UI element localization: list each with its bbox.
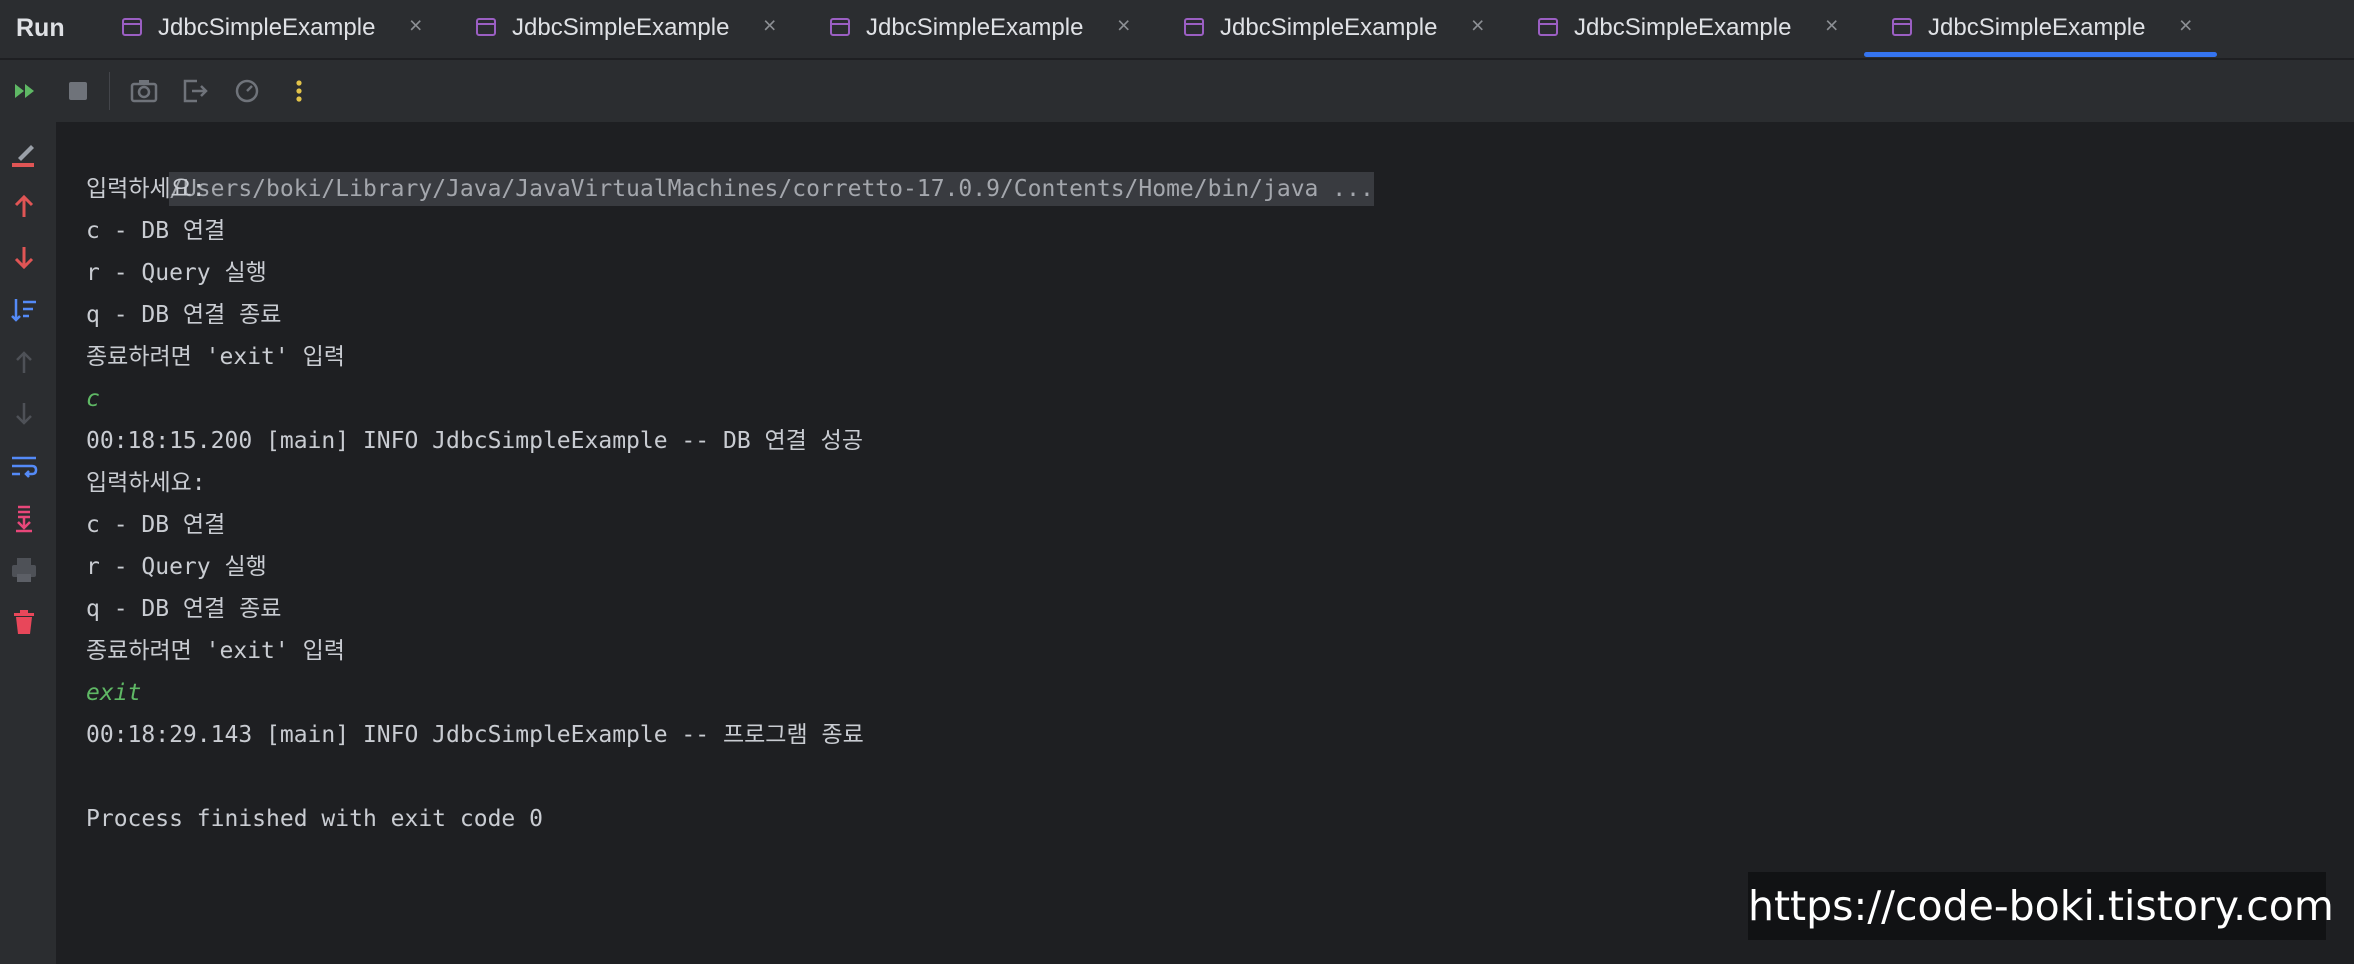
- exit-icon[interactable]: [179, 75, 211, 107]
- tab-jdbc-1[interactable]: JdbcSimpleExample ×: [122, 0, 452, 58]
- close-icon[interactable]: ×: [1117, 14, 1130, 37]
- tab-label: JdbcSimpleExample: [866, 14, 1084, 41]
- console-line: r - Query 실행: [86, 260, 267, 286]
- clear-edit-icon[interactable]: [8, 138, 40, 170]
- down-arrow-disabled-icon: [8, 398, 40, 430]
- tab-label: JdbcSimpleExample: [512, 14, 730, 41]
- close-icon[interactable]: ×: [409, 14, 422, 37]
- tab-bar: Run JdbcSimpleExample × JdbcSimpleExampl…: [0, 0, 2354, 60]
- up-arrow-icon[interactable]: [8, 190, 40, 222]
- run-toolbar: [0, 60, 2354, 122]
- stop-icon[interactable]: [62, 75, 94, 107]
- run-config-icon: [830, 18, 850, 36]
- rerun-icon[interactable]: [10, 75, 42, 107]
- console-line: q - DB 연결 종료: [86, 302, 282, 328]
- command-line: /Users/boki/Library/Java/JavaVirtualMach…: [86, 126, 1374, 206]
- up-arrow-disabled-icon: [8, 346, 40, 378]
- sort-icon[interactable]: [8, 294, 40, 326]
- camera-icon[interactable]: [128, 75, 160, 107]
- run-config-icon: [1184, 18, 1204, 36]
- console-line: r - Query 실행: [86, 554, 267, 580]
- console-line: q - DB 연결 종료: [86, 596, 282, 622]
- console-output[interactable]: /Users/boki/Library/Java/JavaVirtualMach…: [86, 126, 1374, 840]
- print-icon[interactable]: [8, 554, 40, 586]
- run-config-icon: [122, 18, 142, 36]
- process-finished-line: Process finished with exit code 0: [86, 806, 543, 832]
- java-command-path[interactable]: /Users/boki/Library/Java/JavaVirtualMach…: [169, 172, 1374, 206]
- console-line: 입력하세요:: [86, 470, 206, 496]
- tab-jdbc-3[interactable]: JdbcSimpleExample ×: [830, 0, 1160, 58]
- toolbar-separator: [109, 72, 110, 110]
- console-line: c - DB 연결: [86, 512, 226, 538]
- tab-label: JdbcSimpleExample: [1220, 14, 1438, 41]
- run-config-icon: [1538, 18, 1558, 36]
- log-line: 00:18:29.143 [main] INFO JdbcSimpleExamp…: [86, 722, 864, 748]
- down-arrow-icon[interactable]: [8, 242, 40, 274]
- close-icon[interactable]: ×: [1471, 14, 1484, 37]
- watermark-url: https://code-boki.tistory.com: [1748, 872, 2334, 940]
- console-line: c - DB 연결: [86, 218, 226, 244]
- tab-jdbc-5[interactable]: JdbcSimpleExample ×: [1538, 0, 1868, 58]
- tab-jdbc-4[interactable]: JdbcSimpleExample ×: [1184, 0, 1514, 58]
- trash-icon[interactable]: [8, 606, 40, 638]
- tab-jdbc-2[interactable]: JdbcSimpleExample ×: [476, 0, 806, 58]
- close-icon[interactable]: ×: [763, 14, 776, 37]
- tab-label: JdbcSimpleExample: [158, 14, 376, 41]
- log-line: 00:18:15.200 [main] INFO JdbcSimpleExamp…: [86, 428, 863, 454]
- tab-jdbc-6-active[interactable]: JdbcSimpleExample ×: [1864, 0, 2222, 58]
- console-line: 종료하려면 'exit' 입력: [86, 638, 345, 664]
- more-options-icon[interactable]: [283, 75, 315, 107]
- run-title: Run: [16, 14, 65, 42]
- close-icon[interactable]: ×: [2179, 14, 2192, 37]
- close-icon[interactable]: ×: [1825, 14, 1838, 37]
- tab-label: JdbcSimpleExample: [1574, 14, 1792, 41]
- user-input-line: c: [86, 386, 100, 412]
- scroll-to-end-icon[interactable]: [8, 502, 40, 534]
- dashboard-icon[interactable]: [231, 75, 263, 107]
- soft-wrap-icon[interactable]: [8, 450, 40, 482]
- user-input-line: exit: [86, 680, 142, 706]
- run-config-icon: [1892, 18, 1912, 36]
- run-config-icon: [476, 18, 496, 36]
- console-line: 종료하려면 'exit' 입력: [86, 344, 345, 370]
- run-tool-window: Run JdbcSimpleExample × JdbcSimpleExampl…: [0, 0, 2354, 964]
- console-side-toolbar: [0, 122, 56, 964]
- active-tab-indicator: [1864, 52, 2217, 57]
- tab-label: JdbcSimpleExample: [1928, 14, 2146, 41]
